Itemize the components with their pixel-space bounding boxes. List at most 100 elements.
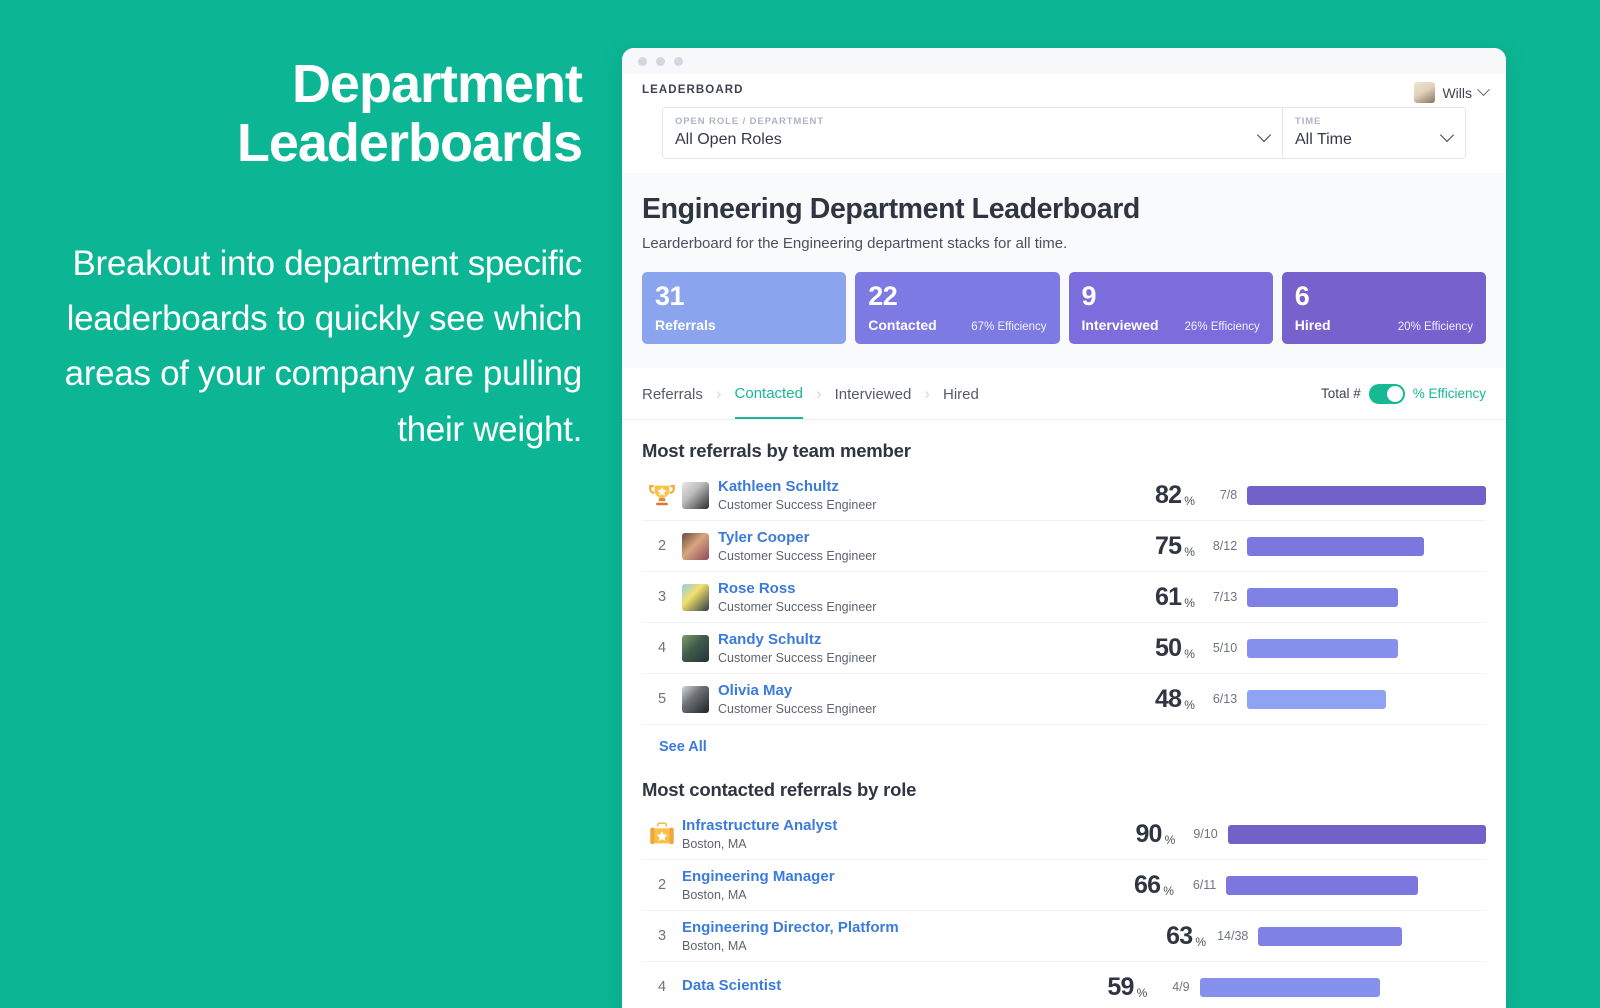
row-subtitle: Customer Success Engineer — [718, 497, 877, 512]
row-subtitle: Customer Success Engineer — [718, 548, 877, 563]
leaderboard-section-2: Most contacted referrals by role Infrastr… — [622, 759, 1506, 1008]
table-row[interactable]: 4 Data Scientist 59% 4/9 — [642, 962, 1486, 1008]
table-row[interactable]: 3 Engineering Director, Platform Boston, M… — [642, 911, 1486, 962]
stat-card-value: 22 — [868, 281, 898, 311]
window-maximize-dot[interactable] — [674, 56, 683, 66]
row-name-link[interactable]: Rose Ross — [718, 580, 796, 597]
table-row[interactable]: 2 Tyler Cooper Customer Success Engineer 75… — [642, 521, 1486, 572]
filter-open-role-label: OPEN ROLE / DEPARTMENT — [675, 116, 824, 127]
row-identity: Olivia May Customer Success Engineer — [718, 682, 1115, 716]
stat-card-contacted[interactable]: 22 Contacted 67% Efficiency — [855, 272, 1060, 344]
stat-card-referrals[interactable]: 31 Referrals — [642, 272, 847, 344]
row-percent-value: 48 — [1154, 684, 1182, 713]
stat-card-footer: Hired 20% Efficiency — [1295, 317, 1473, 333]
table-row[interactable]: 2 Engineering Manager Boston, MA 66% 6/11 — [642, 860, 1486, 911]
stat-card-hired[interactable]: 6 Hired 20% Efficiency — [1281, 272, 1486, 344]
row-bar-fill — [1247, 587, 1398, 607]
stat-card-footer: Referrals — [655, 317, 833, 333]
tab-contacted[interactable]: Contacted — [734, 369, 803, 419]
row-name-link[interactable]: Engineering Manager — [682, 868, 835, 885]
toggle-total-label: Total # — [1320, 386, 1361, 401]
stat-card-efficiency: 26% Efficiency — [1184, 321, 1260, 333]
page-title: Engineering Department Leaderboard — [642, 193, 1140, 225]
row-fraction: 6/13 — [1212, 692, 1238, 706]
row-percent-value: 63 — [1166, 921, 1193, 950]
window-titlebar — [622, 48, 1506, 74]
row-percent-value: 66 — [1134, 870, 1161, 899]
app-topbar: LEADERBOARD Wills OPEN ROLE / DEPARTMENT… — [622, 74, 1506, 159]
stat-card-value: 31 — [655, 281, 685, 311]
user-menu[interactable]: Wills — [1414, 82, 1490, 103]
row-name-link[interactable]: Data Scientist — [682, 977, 781, 994]
metric-toggle-group[interactable]: Total # % Efficiency — [1320, 383, 1486, 404]
row-identity: Engineering Manager Boston, MA — [682, 868, 1094, 902]
chevron-down-icon — [1477, 83, 1490, 97]
stat-card-interviewed[interactable]: 9 Interviewed 26% Efficiency — [1068, 272, 1273, 344]
stat-card-label: Referrals — [655, 317, 716, 333]
stat-card-value: 6 — [1294, 281, 1310, 311]
funnel-tabs: Referrals › Contacted › Interviewed › Hired To… — [622, 368, 1506, 420]
row-name-link[interactable]: Tyler Cooper — [718, 529, 809, 546]
tab-interviewed[interactable]: Interviewed — [835, 370, 912, 418]
briefcase-icon — [649, 822, 675, 846]
tab-separator-icon: › — [715, 383, 722, 403]
page-subtitle: Learderboard for the Engineering departm… — [642, 235, 1068, 252]
app-title: LEADERBOARD — [642, 84, 744, 96]
row-bar-fill — [1226, 875, 1419, 895]
rank-badge-briefcase — [642, 819, 682, 849]
table-row[interactable]: 3 Rose Ross Customer Success Engineer 61% 7/… — [642, 572, 1486, 623]
stat-card-label: Hired — [1294, 317, 1331, 333]
tab-hired[interactable]: Hired — [943, 370, 979, 418]
row-bar-track — [1227, 824, 1487, 844]
row-bar-fill — [1227, 824, 1487, 844]
row-fraction: 14/38 — [1217, 929, 1249, 943]
row-bar-track — [1226, 875, 1486, 895]
rank-badge-trophy — [642, 480, 682, 510]
window-minimize-dot[interactable] — [656, 56, 665, 66]
row-bar-fill — [1199, 977, 1381, 997]
avatar — [682, 481, 709, 509]
row-name-link[interactable]: Olivia May — [718, 682, 792, 699]
row-bar-track — [1247, 485, 1486, 505]
rank-number: 2 — [657, 538, 667, 554]
row-bar-track — [1247, 689, 1486, 709]
filter-time[interactable]: TIME All Time — [1283, 108, 1465, 158]
row-bar-fill — [1247, 638, 1398, 658]
row-bar-track — [1247, 536, 1486, 556]
rank-number: 2 — [657, 877, 667, 893]
rank-number: 3 — [657, 589, 667, 605]
row-percent-value: 90 — [1135, 819, 1162, 848]
row-identity: Tyler Cooper Customer Success Engineer — [718, 529, 1115, 563]
row-percent-symbol: % — [1184, 545, 1195, 559]
row-fraction: 6/11 — [1192, 878, 1217, 892]
row-subtitle: Customer Success Engineer — [718, 701, 877, 716]
rank-number: 3 — [657, 928, 667, 944]
row-subtitle: Boston, MA — [682, 836, 747, 851]
metric-toggle-switch[interactable] — [1368, 383, 1405, 404]
row-bar-track — [1258, 926, 1486, 946]
row-fraction: 5/10 — [1212, 641, 1238, 655]
table-row[interactable]: Infrastructure Analyst Boston, MA 90% 9/10 — [642, 809, 1487, 860]
row-percent-value: 61 — [1154, 582, 1182, 611]
window-close-dot[interactable] — [638, 56, 647, 66]
filter-open-role[interactable]: OPEN ROLE / DEPARTMENT All Open Roles — [663, 108, 1283, 158]
rank-number: 4 — [657, 979, 667, 995]
row-fraction: 9/10 — [1193, 827, 1218, 841]
row-name-link[interactable]: Infrastructure Analyst — [682, 817, 837, 834]
row-percent-symbol: % — [1184, 647, 1195, 661]
row-percent-value: 59 — [1107, 972, 1134, 1001]
table-row[interactable]: Kathleen Schultz Customer Success Enginee… — [642, 470, 1486, 521]
rank-number: 4 — [657, 640, 667, 656]
row-name-link[interactable]: Engineering Director, Platform — [682, 919, 899, 936]
filter-time-label: TIME — [1295, 116, 1322, 127]
row-subtitle: Customer Success Engineer — [718, 650, 877, 665]
stat-card-efficiency: 67% Efficiency — [971, 321, 1047, 333]
section-title: Most referrals by team member — [642, 440, 911, 461]
row-name-link[interactable]: Randy Schultz — [718, 631, 821, 648]
table-row[interactable]: 4 Randy Schultz Customer Success Engineer 5… — [642, 623, 1486, 674]
row-name-link[interactable]: Kathleen Schultz — [718, 478, 839, 495]
rank-number: 5 — [657, 691, 667, 707]
table-row[interactable]: 5 Olivia May Customer Success Engineer 48% 6… — [642, 674, 1486, 725]
see-all-link[interactable]: See All — [642, 725, 1486, 759]
tab-referrals[interactable]: Referrals — [642, 370, 703, 418]
